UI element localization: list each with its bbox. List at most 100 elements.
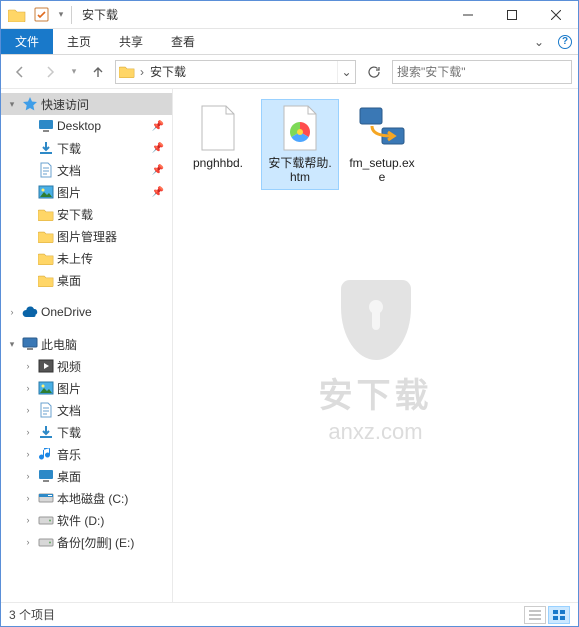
title-bar: ▾ 安下载 xyxy=(1,1,578,29)
breadcrumb[interactable]: 安下载 xyxy=(146,63,337,80)
chevron-right-icon[interactable]: › xyxy=(21,469,35,483)
file-name: 安下载帮助.htm xyxy=(266,156,334,185)
tree-pc-item[interactable]: › 软件 (D:) xyxy=(1,509,172,531)
ribbon-tabs: 文件 主页 共享 查看 ⌄ ? xyxy=(1,29,578,55)
address-dropdown-icon[interactable]: ⌄ xyxy=(337,61,355,83)
tree-pc-item[interactable]: › 桌面 xyxy=(1,465,172,487)
videos-icon xyxy=(37,357,55,375)
tree-quick-item[interactable]: 下载 📌 xyxy=(1,137,172,159)
maximize-button[interactable] xyxy=(490,1,534,29)
navigation-tree[interactable]: ▾ 快速访问 Desktop📌下载📌文档📌图片📌安下载图片管理器未上传桌面 › … xyxy=(1,89,173,602)
chevron-right-icon[interactable]: › xyxy=(21,513,35,527)
pictures-icon xyxy=(37,183,55,201)
file-item[interactable]: fm_setup.exe xyxy=(343,99,421,190)
up-button[interactable] xyxy=(85,59,111,85)
tree-label: 快速访问 xyxy=(41,96,89,113)
tree-label: 软件 (D:) xyxy=(57,512,104,529)
tree-label: 本地磁盘 (C:) xyxy=(57,490,128,507)
folder-icon xyxy=(116,61,138,83)
file-item[interactable]: pnghhbd. xyxy=(179,99,257,190)
tree-pc-item[interactable]: › 本地磁盘 (C:) xyxy=(1,487,172,509)
tree-label: 图片管理器 xyxy=(57,228,117,245)
help-icon[interactable]: ? xyxy=(552,29,578,54)
documents-icon xyxy=(37,161,55,179)
pin-icon: 📌 xyxy=(152,143,164,154)
tree-quick-item[interactable]: 图片 📌 xyxy=(1,181,172,203)
tree-quick-item[interactable]: 安下载 xyxy=(1,203,172,225)
pin-icon: 📌 xyxy=(152,187,164,198)
recent-locations-icon[interactable]: ▾ xyxy=(67,59,81,85)
file-name: fm_setup.exe xyxy=(348,156,416,185)
chevron-right-icon[interactable]: › xyxy=(5,305,19,319)
chevron-down-icon[interactable]: ▾ xyxy=(5,97,19,111)
minimize-button[interactable] xyxy=(446,1,490,29)
search-box[interactable] xyxy=(392,60,572,84)
pin-icon: 📌 xyxy=(152,121,164,132)
tree-quick-item[interactable]: 文档📌 xyxy=(1,159,172,181)
downloads-icon xyxy=(37,423,55,441)
desktop-icon xyxy=(37,467,55,485)
close-button[interactable] xyxy=(534,1,578,29)
tab-share[interactable]: 共享 xyxy=(105,29,157,54)
properties-icon[interactable] xyxy=(31,5,51,25)
tree-quick-item[interactable]: Desktop📌 xyxy=(1,115,172,137)
tree-label: 桌面 xyxy=(57,468,81,485)
tree-label: 视频 xyxy=(57,358,81,375)
view-details-button[interactable] xyxy=(524,606,546,624)
chevron-right-icon[interactable]: › xyxy=(21,491,35,505)
tree-quick-access[interactable]: ▾ 快速访问 xyxy=(1,93,172,115)
tree-pc-item[interactable]: › 音乐 xyxy=(1,443,172,465)
address-bar[interactable]: › 安下载 ⌄ xyxy=(115,60,356,84)
computer-icon xyxy=(21,335,39,353)
quick-access-toolbar: ▾ xyxy=(1,5,67,25)
chevron-right-icon[interactable]: › xyxy=(21,425,35,439)
folder-icon xyxy=(7,5,27,25)
tree-quick-item[interactable]: 图片管理器 xyxy=(1,225,172,247)
tree-quick-item[interactable]: 未上传 xyxy=(1,247,172,269)
desktop-icon xyxy=(37,117,55,135)
chevron-right-icon[interactable]: › xyxy=(21,535,35,549)
tree-label: 图片 xyxy=(57,184,81,201)
tab-home[interactable]: 主页 xyxy=(53,29,105,54)
breadcrumb-sep[interactable]: › xyxy=(138,65,146,79)
tree-pc-item[interactable]: › 文档 xyxy=(1,399,172,421)
folder-icon xyxy=(37,271,55,289)
tree-onedrive[interactable]: › OneDrive xyxy=(1,301,172,323)
chevron-right-icon[interactable]: › xyxy=(21,381,35,395)
file-item[interactable]: 安下载帮助.htm xyxy=(261,99,339,190)
qat-dropdown-icon[interactable]: ▾ xyxy=(55,5,67,25)
tree-label: 下载 xyxy=(57,140,81,157)
search-input[interactable] xyxy=(397,65,567,79)
tree-pc-item[interactable]: ›备份[勿删] (E:) xyxy=(1,531,172,553)
tree-label: 音乐 xyxy=(57,446,81,463)
forward-button[interactable] xyxy=(37,59,63,85)
star-icon xyxy=(21,95,39,113)
tree-pc-item[interactable]: › 下载 xyxy=(1,421,172,443)
view-icons-button[interactable] xyxy=(548,606,570,624)
tree-label: 文档 xyxy=(57,402,81,419)
chevron-right-icon[interactable]: › xyxy=(21,359,35,373)
status-item-count: 3 个项目 xyxy=(9,606,55,623)
tree-this-pc[interactable]: ▾ 此电脑 xyxy=(1,333,172,355)
tree-pc-item[interactable]: › 视频 xyxy=(1,355,172,377)
address-bar-row: ▾ › 安下载 ⌄ xyxy=(1,55,578,89)
tree-quick-item[interactable]: 桌面 xyxy=(1,269,172,291)
tree-label: 图片 xyxy=(57,380,81,397)
file-view[interactable]: 安下载 anxz.com pnghhbd.安下载帮助.htmfm_setup.e… xyxy=(173,89,578,602)
folder-icon xyxy=(37,227,55,245)
chevron-right-icon[interactable]: › xyxy=(21,403,35,417)
file-exe-icon xyxy=(358,104,406,152)
tree-label: 下载 xyxy=(57,424,81,441)
watermark-text-en: anxz.com xyxy=(319,419,433,445)
file-blank-icon xyxy=(194,104,242,152)
music-icon xyxy=(37,445,55,463)
refresh-button[interactable] xyxy=(360,60,388,84)
tab-view[interactable]: 查看 xyxy=(157,29,209,54)
chevron-down-icon[interactable]: ▾ xyxy=(5,337,19,351)
chevron-right-icon[interactable]: › xyxy=(21,447,35,461)
ribbon-expand-icon[interactable]: ⌄ xyxy=(526,29,552,54)
tree-pc-item[interactable]: › 图片 xyxy=(1,377,172,399)
back-button[interactable] xyxy=(7,59,33,85)
tree-label: 安下载 xyxy=(57,206,93,223)
tab-file[interactable]: 文件 xyxy=(1,29,53,54)
